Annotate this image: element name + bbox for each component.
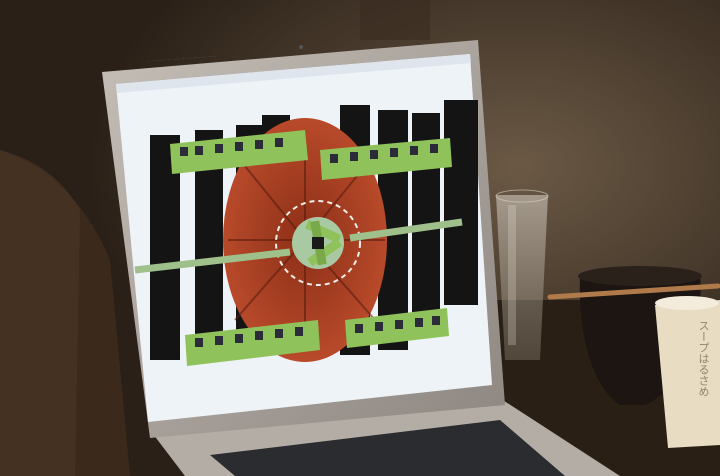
person-shoulder-highlight: [0, 150, 80, 476]
noodle-cup-label: スープはるさめ: [697, 320, 710, 397]
scene-drawing: [0, 0, 720, 476]
photo-scene: · · · ····· ··· ···· ··· ······ ····· ··…: [0, 0, 720, 476]
center-train-swirl: [292, 217, 344, 269]
drinking-glass: [495, 189, 549, 360]
door-frame: [360, 0, 430, 40]
